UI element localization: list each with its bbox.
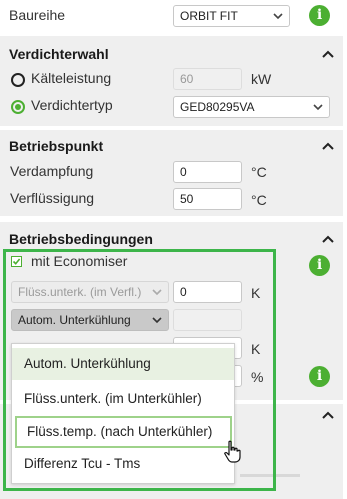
subcool-unit: K xyxy=(251,285,261,301)
collapse-caret-icon[interactable] xyxy=(321,49,335,59)
condensation-label: Verflüssigung xyxy=(10,190,95,206)
collapse-caret-icon[interactable] xyxy=(321,141,335,151)
type-radio[interactable] xyxy=(11,100,25,114)
dropdown-option[interactable]: Flüss.temp. (nach Unterkühler) xyxy=(15,416,232,448)
series-select[interactable]: ORBIT FIT xyxy=(173,5,290,27)
evaporation-label: Verdampfung xyxy=(10,163,94,179)
third-unit-percent: % xyxy=(251,369,264,385)
subcool-select[interactable]: Flüss.unterk. (im Verfl.) xyxy=(11,281,169,303)
compressor-panel: Verdichterwahl Kälteleistung 60 kW Verdi… xyxy=(0,36,343,126)
subcooling-mode-dropdown: Autom. Unterkühlung Flüss.unterk. (im Un… xyxy=(11,343,235,484)
capacity-unit: kW xyxy=(251,71,272,87)
operating-point-title: Betriebspunkt xyxy=(9,138,104,154)
checkmark-icon xyxy=(12,258,21,265)
hand-cursor-icon xyxy=(224,440,241,463)
second-unit-k: K xyxy=(251,341,261,357)
dropdown-option[interactable]: Differenz Tcu - Tms xyxy=(12,448,234,480)
series-label: Baureihe xyxy=(9,7,66,23)
capacity-radio[interactable] xyxy=(11,73,25,87)
collapse-caret-icon[interactable] xyxy=(321,234,335,244)
collapse-caret-icon[interactable] xyxy=(321,410,335,420)
economiser-info-icon[interactable]: i xyxy=(309,255,330,276)
chevron-down-icon xyxy=(152,289,162,296)
conditions-info-icon[interactable]: i xyxy=(309,366,330,387)
subcool-select-value: Flüss.unterk. (im Verfl.) xyxy=(18,285,142,299)
auto-subcooling-select[interactable]: Autom. Unterkühlung xyxy=(11,309,169,331)
capacity-label: Kälteleistung xyxy=(31,70,112,86)
auto-subcooling-input[interactable] xyxy=(173,309,242,331)
dropdown-option[interactable]: Flüss.unterk. (im Unterkühler) xyxy=(12,383,234,415)
slider-track[interactable] xyxy=(240,474,300,477)
condensation-input[interactable]: 50 xyxy=(173,188,242,210)
capacity-input[interactable]: 60 xyxy=(173,68,242,90)
dropdown-option[interactable]: Autom. Unterkühlung xyxy=(12,348,234,380)
auto-subcooling-select-value: Autom. Unterkühlung xyxy=(18,313,131,327)
compressor-panel-title: Verdichterwahl xyxy=(9,46,109,62)
evaporation-unit: °C xyxy=(251,164,267,180)
type-label: Verdichtertyp xyxy=(31,97,113,113)
type-select[interactable]: GED80295VA xyxy=(173,96,330,118)
evaporation-input[interactable]: 0 xyxy=(173,161,242,183)
subcool-input[interactable]: 0 xyxy=(173,281,242,303)
chevron-down-icon xyxy=(273,13,283,20)
economiser-label: mit Economiser xyxy=(31,253,128,269)
type-select-value: GED80295VA xyxy=(180,100,255,114)
chevron-down-icon xyxy=(152,317,162,324)
operating-conditions-title: Betriebsbedingungen xyxy=(9,231,153,247)
chevron-down-icon xyxy=(313,104,323,111)
economiser-checkbox[interactable] xyxy=(11,256,22,267)
series-info-icon[interactable]: i xyxy=(309,5,330,26)
condensation-unit: °C xyxy=(251,192,267,208)
operating-point-panel: Betriebspunkt Verdampfung 0 °C Verflüssi… xyxy=(0,130,343,216)
series-select-value: ORBIT FIT xyxy=(180,9,238,23)
